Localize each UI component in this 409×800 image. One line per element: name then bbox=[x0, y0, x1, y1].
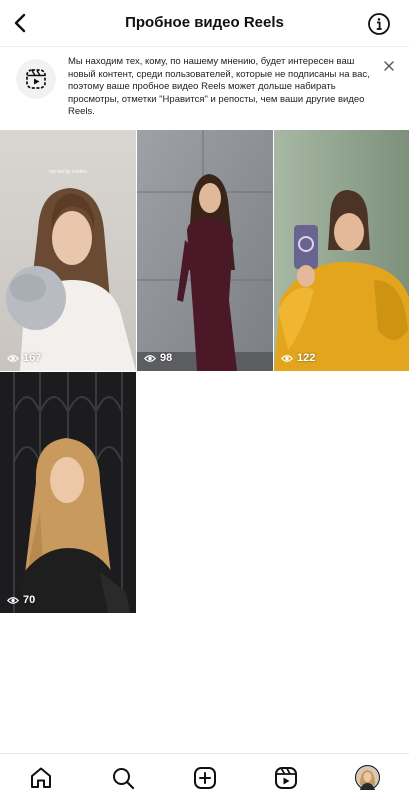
home-icon bbox=[31, 767, 51, 788]
view-count: 167 bbox=[7, 352, 41, 364]
view-count-value: 98 bbox=[160, 352, 173, 364]
reel-thumbnail[interactable]: my fav lip combo 167 bbox=[0, 130, 136, 371]
reel-caption: my fav lip combo bbox=[49, 169, 87, 175]
reels-icon bbox=[275, 767, 297, 789]
reel-image bbox=[274, 130, 409, 371]
reel-image bbox=[137, 130, 273, 371]
view-count: 122 bbox=[281, 352, 315, 364]
info-button[interactable] bbox=[367, 12, 391, 36]
eye-icon bbox=[7, 354, 19, 362]
view-count: 98 bbox=[144, 352, 172, 364]
banner-text: Мы находим тех, кому, по нашему мнению, … bbox=[68, 56, 370, 118]
bottom-tab-bar bbox=[0, 753, 409, 800]
create-icon bbox=[194, 767, 216, 789]
tab-reels[interactable] bbox=[273, 765, 299, 791]
trial-reel-info-banner: Мы находим тех, кому, по нашему мнению, … bbox=[0, 46, 409, 130]
reels-icon bbox=[16, 59, 56, 99]
view-count: 70 bbox=[7, 594, 35, 606]
eye-icon bbox=[7, 596, 19, 604]
header: Пробное видео Reels bbox=[0, 0, 409, 46]
view-count-value: 122 bbox=[297, 352, 316, 364]
tab-create[interactable] bbox=[192, 765, 218, 791]
close-banner-button[interactable] bbox=[382, 59, 396, 73]
tab-search[interactable] bbox=[110, 765, 136, 791]
reel-thumbnail[interactable]: 98 bbox=[137, 130, 273, 371]
eye-icon bbox=[144, 354, 156, 362]
search-icon bbox=[113, 768, 135, 790]
view-count-value: 70 bbox=[23, 594, 36, 606]
profile-avatar bbox=[355, 765, 380, 790]
tab-profile[interactable] bbox=[355, 765, 380, 790]
reel-thumbnail[interactable]: 122 bbox=[274, 130, 409, 371]
reel-thumbnail[interactable]: 70 bbox=[0, 372, 136, 613]
close-icon bbox=[384, 61, 394, 71]
info-circle-icon bbox=[368, 13, 390, 35]
reel-image bbox=[0, 372, 136, 613]
page-title: Пробное видео Reels bbox=[125, 14, 284, 31]
tab-home[interactable] bbox=[28, 765, 54, 791]
reel-image bbox=[0, 130, 136, 371]
eye-icon bbox=[281, 354, 293, 362]
view-count-value: 167 bbox=[23, 352, 42, 364]
